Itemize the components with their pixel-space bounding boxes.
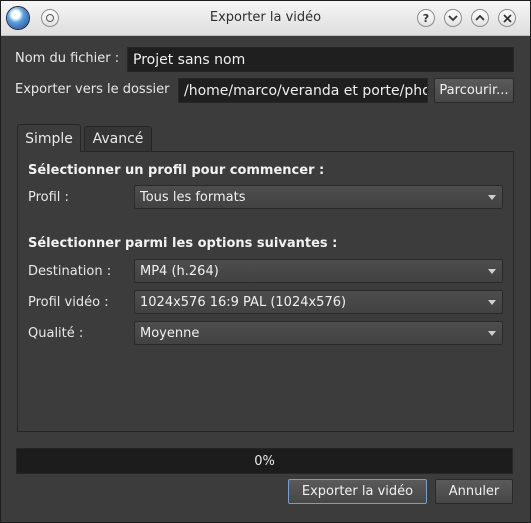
browse-button[interactable]: Parcourir... <box>434 78 514 103</box>
close-icon[interactable] <box>498 9 516 27</box>
progress-text: 0% <box>254 454 275 469</box>
quality-select-value: Moyenne <box>140 325 200 341</box>
help-icon[interactable]: ? <box>417 9 435 27</box>
file-name-input[interactable]: Projet sans nom <box>127 47 514 72</box>
video-profile-label: Profil vidéo : <box>28 295 109 310</box>
file-name-label: Nom du fichier : <box>15 51 120 66</box>
export-folder-label: Exporter vers le dossier <box>15 82 170 97</box>
destination-select[interactable]: MP4 (h.264) <box>134 259 503 283</box>
destination-select-value: MP4 (h.264) <box>140 263 219 279</box>
options-section-heading: Sélectionner parmi les options suivantes… <box>28 236 338 251</box>
quality-select[interactable]: Moyenne <box>134 321 503 345</box>
profile-select-value: Tous les formats <box>140 189 246 205</box>
dropdown-arrow-icon <box>488 195 496 200</box>
video-profile-select[interactable]: 1024x576 16:9 PAL (1024x576) <box>134 290 503 314</box>
profile-label: Profil : <box>28 190 69 205</box>
export-progress-bar: 0% <box>16 448 513 474</box>
dropdown-arrow-icon <box>488 300 496 305</box>
chevron-up-icon[interactable] <box>471 9 489 27</box>
tab-advanced[interactable]: Avancé <box>84 126 152 151</box>
profile-section-heading: Sélectionner un profil pour commencer : <box>28 163 325 178</box>
dropdown-arrow-icon <box>488 269 496 274</box>
video-profile-select-value: 1024x576 16:9 PAL (1024x576) <box>140 294 347 310</box>
tab-simple[interactable]: Simple <box>17 124 81 152</box>
cancel-button[interactable]: Annuler <box>435 479 513 504</box>
title-bar[interactable]: Exporter la vidéo ? <box>1 1 530 36</box>
destination-label: Destination : <box>28 264 112 279</box>
simple-tab-panel: Sélectionner un profil pour commencer : … <box>17 151 514 432</box>
profile-select[interactable]: Tous les formats <box>134 185 503 209</box>
export-video-button[interactable]: Exporter la vidéo <box>288 479 427 504</box>
chevron-down-icon[interactable] <box>444 9 462 27</box>
dropdown-arrow-icon <box>488 331 496 336</box>
quality-label: Qualité : <box>28 326 84 341</box>
export-video-dialog: Exporter la vidéo ? Nom du fichier : Pro… <box>0 0 531 523</box>
export-folder-input[interactable]: /home/marco/veranda et porte/photo <box>178 78 428 103</box>
